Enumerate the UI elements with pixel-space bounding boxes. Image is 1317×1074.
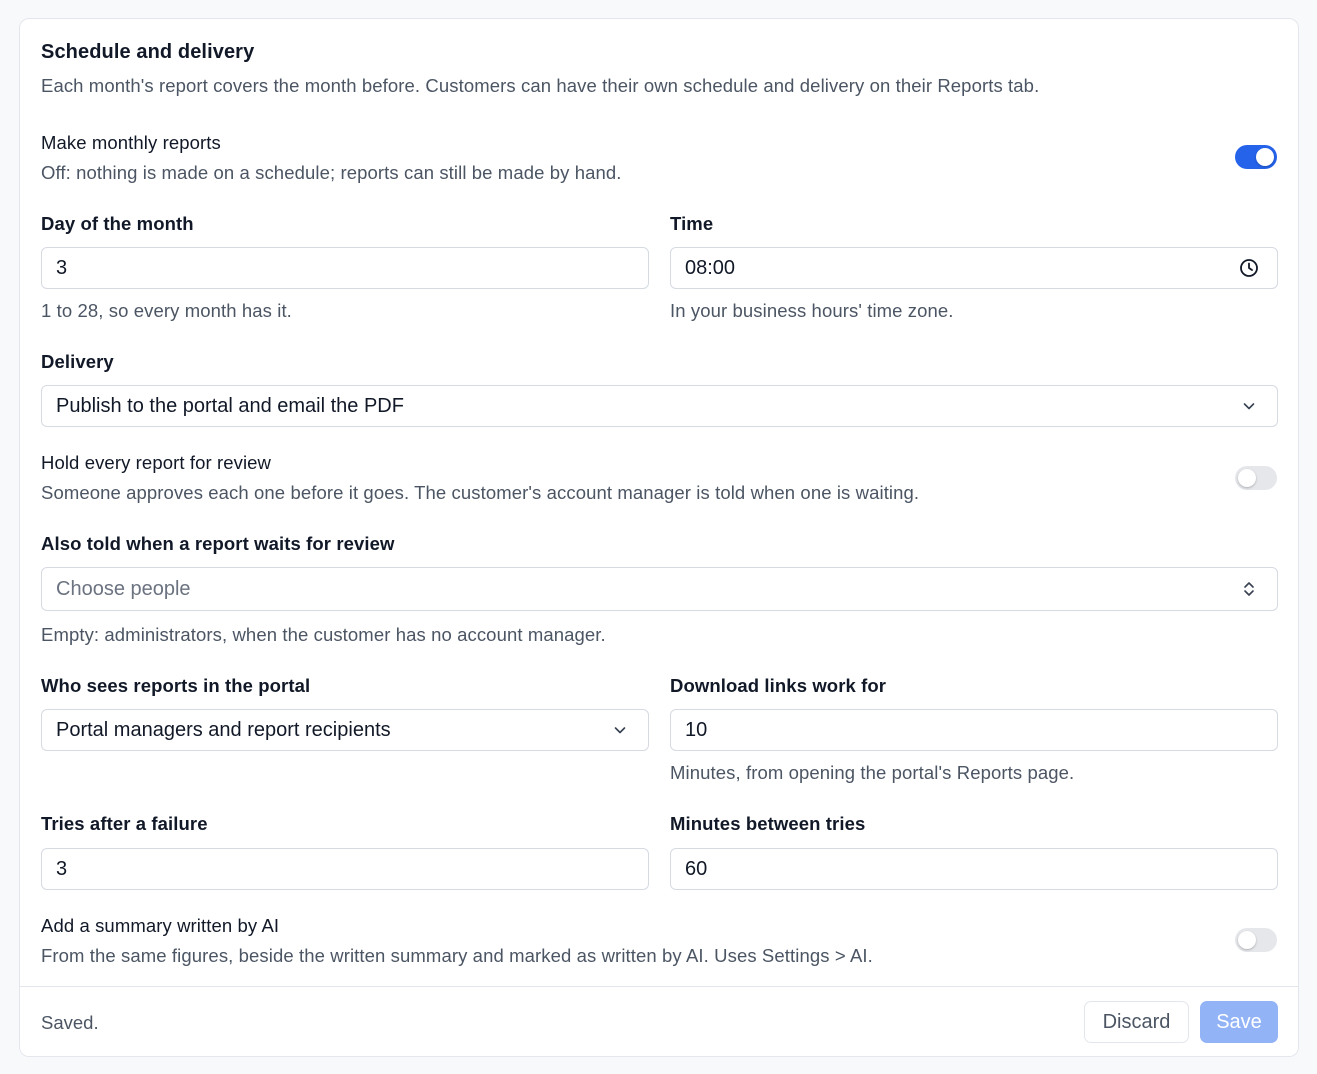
- ai-summary-hint: From the same figures, beside the writte…: [41, 945, 873, 966]
- time-value: 08:00: [685, 257, 736, 279]
- monthly-reports-hint: Off: nothing is made on a schedule; repo…: [41, 162, 622, 183]
- discard-button[interactable]: Discard: [1084, 1001, 1189, 1043]
- retries-label: Tries after a failure: [41, 813, 208, 834]
- ai-summary-toggle[interactable]: [1235, 928, 1277, 952]
- hold-review-label: Hold every report for review: [41, 452, 272, 473]
- download-links-value: 10: [685, 719, 708, 741]
- ai-summary-label: Add a summary written by AI: [41, 915, 280, 936]
- chevron-down-icon: [1239, 396, 1259, 416]
- day-of-month-input[interactable]: 3: [41, 247, 649, 289]
- section-description: Each month's report covers the month bef…: [41, 75, 1040, 96]
- retries-value: 3: [56, 858, 68, 880]
- hold-review-hint: Someone approves each one before it goes…: [41, 482, 920, 503]
- toggle-knob: [1238, 469, 1256, 487]
- toggle-knob: [1238, 931, 1256, 949]
- clock-icon[interactable]: [1239, 258, 1259, 278]
- form-footer: Saved. Discard Save: [20, 986, 1298, 1056]
- review-notify-placeholder: Choose people: [56, 578, 191, 600]
- delivery-label: Delivery: [41, 351, 114, 372]
- retry-interval-value: 60: [685, 858, 708, 880]
- chevron-down-icon: [610, 720, 630, 740]
- delivery-select[interactable]: Publish to the portal and email the PDF: [41, 385, 1278, 427]
- time-hint: In your business hours' time zone.: [670, 300, 954, 321]
- time-label: Time: [670, 213, 714, 234]
- download-links-input[interactable]: 10: [670, 709, 1278, 751]
- download-links-label: Download links work for: [670, 675, 887, 696]
- time-input[interactable]: 08:00: [670, 247, 1278, 289]
- review-notify-select[interactable]: Choose people: [41, 567, 1278, 611]
- save-status: Saved.: [41, 1012, 99, 1033]
- hold-review-toggle[interactable]: [1235, 466, 1277, 490]
- portal-visibility-label: Who sees reports in the portal: [41, 675, 311, 696]
- retry-interval-label: Minutes between tries: [670, 813, 866, 834]
- day-of-month-value: 3: [56, 257, 68, 279]
- section-title: Schedule and delivery: [41, 41, 255, 63]
- day-of-month-hint: 1 to 28, so every month has it.: [41, 300, 292, 321]
- monthly-reports-label: Make monthly reports: [41, 132, 221, 153]
- retry-interval-input[interactable]: 60: [670, 848, 1278, 890]
- day-of-month-label: Day of the month: [41, 213, 194, 234]
- retries-input[interactable]: 3: [41, 848, 649, 890]
- review-notify-hint: Empty: administrators, when the customer…: [41, 624, 606, 645]
- chevron-up-down-icon: [1239, 579, 1259, 599]
- review-notify-label: Also told when a report waits for review: [41, 533, 395, 554]
- portal-visibility-selected: Portal managers and report recipients: [56, 719, 391, 741]
- monthly-reports-toggle[interactable]: [1235, 145, 1277, 169]
- save-button[interactable]: Save: [1200, 1001, 1278, 1043]
- toggle-knob: [1256, 148, 1274, 166]
- download-links-hint: Minutes, from opening the portal's Repor…: [670, 762, 1075, 783]
- delivery-selected: Publish to the portal and email the PDF: [56, 395, 404, 417]
- schedule-delivery-card: Schedule and delivery Each month's repor…: [19, 18, 1299, 1057]
- portal-visibility-select[interactable]: Portal managers and report recipients: [41, 709, 649, 751]
